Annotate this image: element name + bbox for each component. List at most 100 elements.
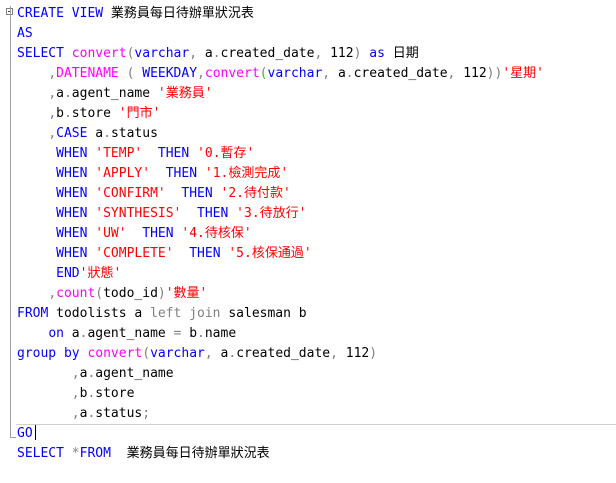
code-token: , — [189, 46, 205, 61]
code-line[interactable]: SELECT *FROM 業務員每日待辦單狀況表 — [17, 444, 544, 464]
code-token: . — [197, 326, 205, 341]
code-line[interactable]: ,CASE a.status — [17, 124, 544, 144]
code-line[interactable]: END'狀態' — [17, 264, 544, 284]
code-line[interactable]: WHEN 'TEMP' THEN '0.暫存' — [17, 144, 544, 164]
code-token: convert — [204, 66, 260, 81]
code-line[interactable]: WHEN 'SYNTHESIS' THEN '3.待放行' — [17, 204, 544, 224]
code-token: a — [95, 126, 104, 141]
code-line[interactable]: WHEN 'UW' THEN '4.待核保' — [17, 224, 544, 244]
code-token: '3.待放行' — [236, 206, 307, 221]
code-line[interactable]: ,b.store '門市' — [17, 104, 544, 124]
code-token: '星期' — [502, 66, 544, 81]
code-token: left join — [150, 306, 229, 321]
code-token: . — [212, 46, 221, 61]
code-token: 日期 — [392, 46, 419, 61]
code-line[interactable]: on a.agent_name = b.name — [17, 324, 544, 344]
code-token: , — [197, 66, 205, 81]
code-token: '2.待付款' — [220, 186, 291, 201]
code-token: WHEN — [56, 226, 96, 241]
sql-editor[interactable]: CREATE VIEW 業務員每日待辦單狀況表 AS SELECT convert(… — [0, 0, 616, 483]
code-token: , — [48, 126, 57, 141]
code-token: , — [48, 86, 57, 101]
code-line[interactable]: WHEN 'CONFIRM' THEN '2.待付款' — [17, 184, 544, 204]
code-token: = — [173, 326, 190, 341]
code-token: CREATE VIEW — [17, 6, 111, 21]
code-line[interactable]: SELECT convert(varchar, a.created_date, … — [17, 44, 544, 64]
code-token: THEN — [181, 186, 221, 201]
code-token: , — [204, 346, 221, 361]
code-line[interactable]: WHEN 'APPLY' THEN '1.檢測完成' — [17, 164, 544, 184]
code-token: WHEN — [56, 166, 96, 181]
code-line[interactable]: GO — [17, 424, 544, 444]
code-line[interactable]: AS — [17, 24, 544, 44]
code-line[interactable]: ,a.agent_name '業務員' — [17, 84, 544, 104]
code-token: on — [48, 326, 72, 341]
code-line[interactable]: ,a.status; — [17, 404, 544, 424]
code-token: FROM — [79, 446, 127, 461]
code-line[interactable]: ,count(todo_id)'數量' — [17, 284, 544, 304]
code-token: 112 — [345, 346, 370, 361]
code-token: todolists a — [56, 306, 151, 321]
code-line[interactable]: ,a.agent_name — [17, 364, 544, 384]
code-token: WEEKDAY — [142, 66, 198, 81]
code-token: as — [369, 46, 393, 61]
code-token: '業務員' — [157, 86, 213, 101]
code-token: ) — [369, 346, 378, 361]
code-token: THEN — [165, 166, 205, 181]
code-area[interactable]: CREATE VIEW 業務員每日待辦單狀況表 AS SELECT convert(… — [17, 4, 544, 464]
code-token: name — [204, 326, 237, 341]
code-token: , — [330, 346, 346, 361]
code-line[interactable]: CREATE VIEW 業務員每日待辦單狀況表 — [17, 4, 544, 24]
code-line[interactable]: FROM todolists a left join salesman b — [17, 304, 544, 324]
code-token: CASE — [56, 126, 96, 141]
code-line[interactable]: ,DATENAME ( WEEKDAY,convert(varchar, a.c… — [17, 64, 544, 84]
code-token: created_date — [353, 66, 448, 81]
code-token: '狀態' — [79, 266, 122, 281]
code-token: varchar — [150, 346, 205, 361]
code-token: count — [56, 286, 96, 301]
code-token: '門市' — [118, 106, 161, 121]
code-token: 112 — [463, 66, 487, 81]
code-line[interactable]: ,b.store — [17, 384, 544, 404]
code-token: 'COMPLETE' — [95, 246, 174, 261]
code-token: SELECT — [17, 46, 72, 61]
code-token: '0.暫存' — [197, 146, 255, 161]
code-token: created_date — [236, 346, 331, 361]
code-line[interactable]: group by convert(varchar, a.created_date… — [17, 344, 544, 364]
code-token: a — [71, 326, 80, 341]
code-token: agent_name — [87, 326, 174, 341]
code-token: store — [95, 386, 135, 401]
code-token: b — [56, 106, 64, 121]
code-token: convert — [87, 346, 143, 361]
code-token: status — [110, 126, 158, 141]
code-token: END — [56, 266, 80, 281]
code-token: ) — [353, 46, 370, 61]
code-token: , — [48, 106, 57, 121]
code-token: THEN — [197, 206, 237, 221]
code-token: 業務員每日待辦單狀況表 — [126, 446, 270, 461]
code-token: , — [71, 386, 80, 401]
code-token: 'CONFIRM' — [95, 186, 166, 201]
code-token: , — [314, 46, 331, 61]
code-token: agent_name — [71, 86, 158, 101]
code-token: GO — [17, 426, 33, 441]
code-token: , — [71, 366, 80, 381]
text-caret — [34, 425, 36, 440]
code-line[interactable]: WHEN 'COMPLETE' THEN '5.核保通過' — [17, 244, 544, 264]
